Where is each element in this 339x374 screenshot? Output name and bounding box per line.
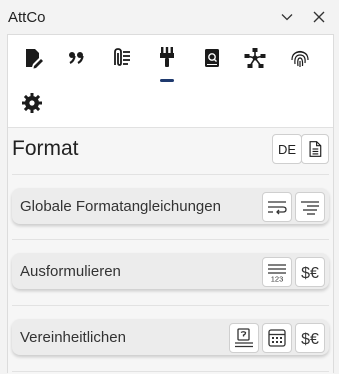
currency-icon: $€ bbox=[301, 265, 319, 282]
wrap-text-button[interactable] bbox=[262, 192, 292, 222]
number-label: 123 bbox=[271, 275, 284, 284]
book-search-icon bbox=[205, 49, 219, 67]
tab-format[interactable] bbox=[151, 41, 183, 73]
group-global-format: Globale Formatangleichungen bbox=[12, 188, 329, 224]
format-section: Format DE Globale Formatangleichungen Au… bbox=[8, 127, 333, 374]
app-title: AttCo bbox=[8, 9, 46, 26]
separator bbox=[12, 239, 329, 240]
group-label: Ausformulieren bbox=[20, 263, 121, 280]
group-label: Globale Formatangleichungen bbox=[20, 198, 221, 215]
tab-settings[interactable] bbox=[16, 87, 48, 119]
svg-text:$€: $€ bbox=[301, 265, 319, 282]
unify-date-button[interactable] bbox=[262, 323, 292, 353]
chevron-down-icon bbox=[281, 14, 293, 21]
gear-icon bbox=[22, 93, 42, 113]
tab-fingerprint[interactable] bbox=[284, 42, 316, 74]
document-icon bbox=[309, 141, 322, 157]
attachment-list-icon bbox=[114, 48, 130, 66]
tab-quote[interactable] bbox=[60, 42, 92, 74]
tab-bar bbox=[8, 35, 333, 127]
currency-icon: $€ bbox=[301, 331, 319, 348]
close-icon bbox=[313, 11, 325, 23]
number-format-button[interactable]: 123 bbox=[262, 257, 292, 287]
group-ausformulieren: Ausformulieren 123 $€ bbox=[12, 253, 329, 289]
tab-edit-document[interactable] bbox=[17, 42, 49, 74]
language-label: DE bbox=[277, 141, 297, 157]
language-button[interactable]: DE bbox=[272, 134, 302, 164]
separator bbox=[12, 174, 329, 175]
document-button[interactable] bbox=[301, 134, 329, 164]
paintbrush-icon bbox=[160, 47, 174, 67]
unify-text-button[interactable] bbox=[229, 323, 259, 353]
number-format-icon: 123 bbox=[268, 264, 286, 284]
wrap-text-icon bbox=[268, 201, 287, 215]
align-text-button[interactable] bbox=[295, 192, 325, 222]
group-label: Vereinheitlichen bbox=[20, 329, 126, 346]
network-icon bbox=[244, 48, 266, 68]
title-bar: AttCo bbox=[0, 0, 339, 34]
selected-tab-indicator bbox=[160, 79, 174, 82]
tab-network[interactable] bbox=[239, 42, 271, 74]
quote-icon bbox=[69, 52, 84, 64]
currency-format-button[interactable]: $€ bbox=[295, 257, 325, 287]
calendar-icon bbox=[268, 329, 286, 347]
unify-currency-button[interactable]: $€ bbox=[295, 323, 325, 353]
collapse-button[interactable] bbox=[276, 6, 298, 28]
separator bbox=[12, 305, 329, 306]
task-pane: Format DE Globale Formatangleichungen Au… bbox=[7, 34, 334, 374]
align-text-icon bbox=[301, 201, 319, 215]
section-title: Format bbox=[12, 137, 79, 160]
tab-attachment-list[interactable] bbox=[105, 42, 137, 74]
edit-document-icon bbox=[26, 49, 43, 69]
group-vereinheitlichen: Vereinheitlichen $€ bbox=[12, 319, 329, 355]
tab-book-search[interactable] bbox=[196, 42, 228, 74]
close-button[interactable] bbox=[308, 6, 330, 28]
svg-text:$€: $€ bbox=[301, 331, 319, 348]
fingerprint-icon bbox=[291, 50, 309, 67]
text-field-icon bbox=[235, 328, 253, 348]
